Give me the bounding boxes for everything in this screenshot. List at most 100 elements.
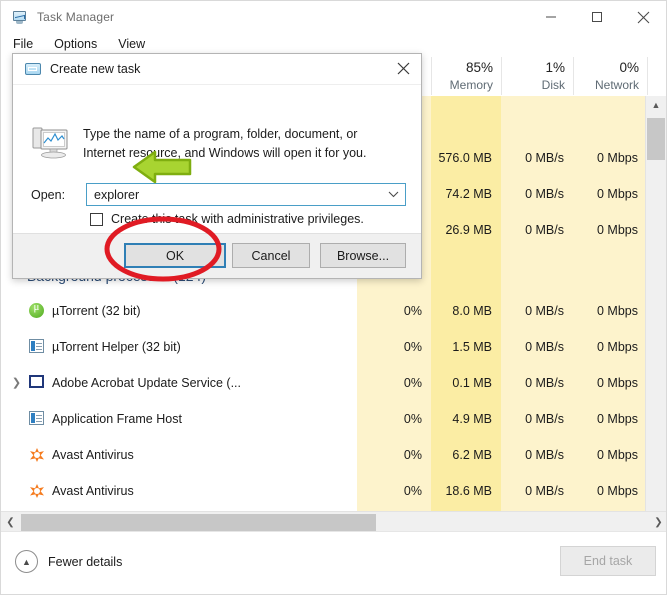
square-app-icon (29, 375, 45, 391)
close-button[interactable] (620, 2, 666, 33)
disk-percent: 1% (545, 60, 565, 75)
row-cpu: 0% (403, 484, 422, 498)
column-header-network[interactable]: 0% Network (573, 57, 647, 95)
row-network: 0 Mbps (597, 484, 638, 498)
menu-bar: File Options View (1, 33, 666, 55)
browse-button[interactable]: Browse... (320, 243, 406, 268)
end-task-button[interactable]: End task (560, 546, 656, 576)
process-name: Application Frame Host (52, 412, 182, 426)
vertical-scroll-thumb[interactable] (647, 118, 665, 160)
open-combo-input[interactable]: explorer (86, 183, 406, 206)
task-manager-window: Task Manager File Options View 85% Memor… (0, 0, 667, 595)
window-title: Task Manager (37, 10, 115, 24)
horizontal-scroll-thumb[interactable] (21, 514, 376, 531)
menu-options[interactable]: Options (51, 35, 106, 53)
avast-icon (29, 447, 45, 463)
chevron-right-icon[interactable]: ❯ (10, 365, 23, 401)
dialog-close-button[interactable] (385, 54, 421, 83)
row-memory: 8.0 MB (452, 304, 492, 318)
process-name: µTorrent Helper (32 bit) (52, 340, 181, 354)
row-disk: 0 MB/s (525, 340, 564, 354)
row-cpu: 0% (403, 412, 422, 426)
scroll-left-icon[interactable]: ❮ (1, 512, 20, 532)
dialog-description: Type the name of a program, folder, docu… (83, 127, 367, 160)
vertical-scrollbar[interactable]: ▲ ▼ (645, 96, 666, 533)
row-memory: 1.5 MB (452, 340, 492, 354)
row-network: 0 Mbps (597, 376, 638, 390)
row-memory: 74.2 MB (445, 187, 492, 201)
fewer-details-button[interactable]: ▲ Fewer details (15, 550, 122, 573)
network-label: Network (594, 78, 639, 92)
admin-privileges-checkbox[interactable] (90, 212, 103, 226)
table-row[interactable]: Avast Antivirus 0% 6.2 MB 0 MB/s 0 Mbps (1, 437, 647, 473)
open-label: Open: (31, 187, 66, 202)
row-cpu: 0% (403, 376, 422, 390)
row-disk: 0 MB/s (525, 304, 564, 318)
minimize-button[interactable] (528, 2, 574, 33)
row-network: 0 Mbps (597, 340, 638, 354)
dialog-title: Create new task (50, 62, 141, 76)
open-row: Open: explorer (31, 183, 406, 206)
row-cpu: 0% (403, 448, 422, 462)
chevron-up-circle-icon: ▲ (15, 550, 38, 573)
disk-label: Disk (541, 78, 565, 92)
table-row[interactable]: Application Frame Host 0% 4.9 MB 0 MB/s … (1, 401, 647, 437)
process-name: Avast Antivirus (52, 448, 134, 462)
row-memory: 4.9 MB (452, 412, 492, 426)
scroll-right-icon[interactable]: ❯ (649, 512, 666, 532)
windows-app-icon (29, 411, 45, 427)
dialog-body: Type the name of a program, folder, docu… (13, 85, 421, 235)
process-name: µTorrent (32 bit) (52, 304, 141, 318)
horizontal-scrollbar[interactable]: ❮ ❯ (1, 511, 666, 532)
row-network: 0 Mbps (597, 151, 638, 165)
scroll-up-icon[interactable]: ▲ (646, 96, 666, 114)
row-memory: 18.6 MB (445, 484, 492, 498)
table-row[interactable]: Avast Antivirus 0% 18.6 MB 0 MB/s 0 Mbps (1, 473, 647, 509)
row-disk: 0 MB/s (525, 151, 564, 165)
row-cpu: 0% (403, 304, 422, 318)
utorrent-icon (29, 301, 45, 319)
process-name: Avast Antivirus (52, 484, 134, 498)
column-header-memory[interactable]: 85% Memory (431, 57, 501, 95)
avast-icon (29, 483, 45, 499)
task-manager-icon (11, 9, 28, 26)
row-network: 0 Mbps (597, 304, 638, 318)
row-memory: 26.9 MB (445, 223, 492, 237)
row-disk: 0 MB/s (525, 484, 564, 498)
menu-file[interactable]: File (10, 35, 42, 53)
table-row[interactable]: µTorrent Helper (32 bit) 0% 1.5 MB 0 MB/… (1, 329, 647, 365)
menu-view[interactable]: View (115, 35, 154, 53)
column-header-disk[interactable]: 1% Disk (501, 57, 573, 95)
row-memory: 576.0 MB (438, 151, 492, 165)
memory-percent: 85% (465, 60, 493, 75)
row-disk: 0 MB/s (525, 412, 564, 426)
cancel-button[interactable]: Cancel (232, 243, 310, 268)
row-memory: 0.1 MB (452, 376, 492, 390)
dialog-title-bar: Create new task (13, 54, 421, 85)
ok-button[interactable]: OK (124, 243, 226, 268)
admin-privileges-checkbox-row[interactable]: Create this task with administrative pri… (90, 212, 364, 226)
column-header-spacer (647, 57, 666, 95)
admin-privileges-label: Create this task with administrative pri… (111, 212, 364, 226)
row-network: 0 Mbps (597, 187, 638, 201)
table-row[interactable]: µTorrent (32 bit) 0% 8.0 MB 0 MB/s 0 Mbp… (1, 293, 647, 329)
chevron-down-icon[interactable] (388, 184, 399, 205)
row-disk: 0 MB/s (525, 448, 564, 462)
row-disk: 0 MB/s (525, 376, 564, 390)
row-disk: 0 MB/s (525, 223, 564, 237)
maximize-button[interactable] (574, 2, 620, 33)
dialog-footer: OK Cancel Browse... (13, 233, 421, 278)
fewer-details-label: Fewer details (48, 554, 123, 569)
new-task-icon (25, 63, 41, 75)
row-network: 0 Mbps (597, 448, 638, 462)
table-row[interactable]: ❯ Adobe Acrobat Update Service (... 0% 0… (1, 365, 647, 401)
windows-app-icon (29, 339, 45, 355)
network-percent: 0% (619, 60, 639, 75)
title-bar: Task Manager (1, 1, 666, 33)
row-network: 0 Mbps (597, 412, 638, 426)
open-input-value: explorer (94, 187, 140, 202)
computer-monitor-icon (31, 125, 73, 163)
status-bar: ▲ Fewer details End task (1, 531, 666, 594)
row-memory: 6.2 MB (452, 448, 492, 462)
process-name: Adobe Acrobat Update Service (... (52, 376, 241, 390)
